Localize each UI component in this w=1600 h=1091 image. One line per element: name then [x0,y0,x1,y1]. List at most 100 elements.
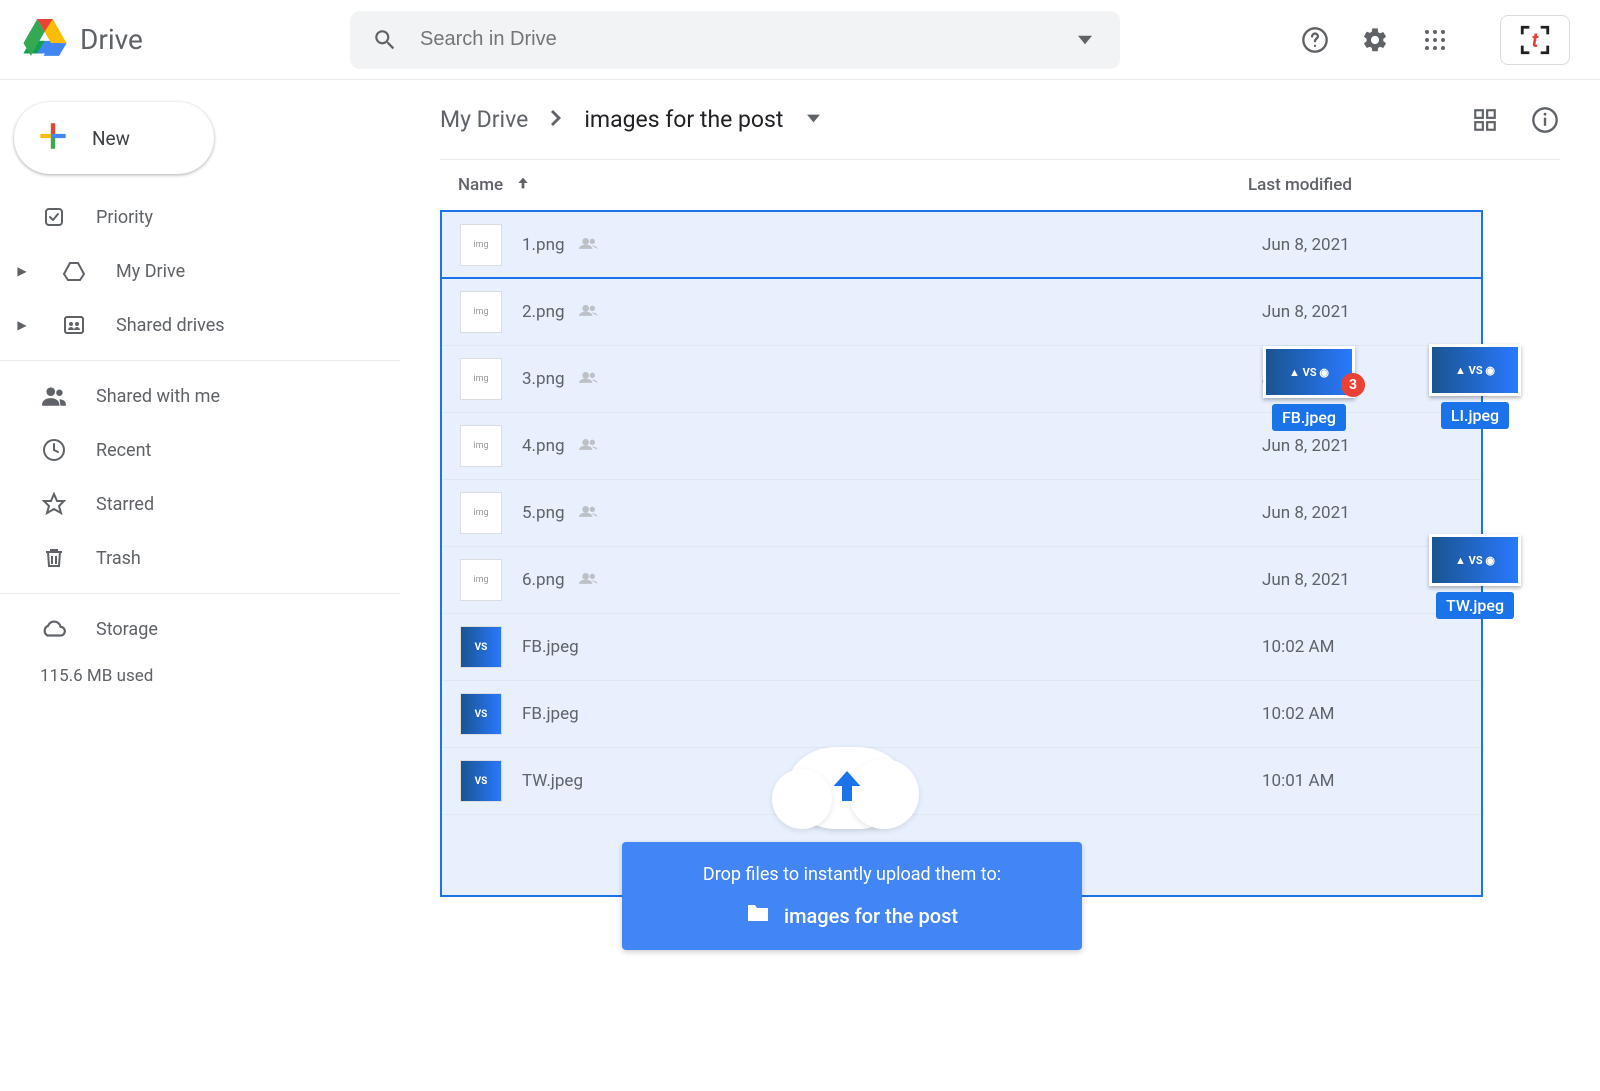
search-bar[interactable] [350,11,1120,69]
drag-ghost: ▲ VS ◉ FB.jpeg 3 [1263,346,1355,431]
column-headers: Name Last modified [440,160,1560,210]
file-thumbnail: img [460,559,502,601]
drive-logo-icon [20,13,70,67]
sidebar-item-trash[interactable]: Trash [0,531,400,585]
extension-badge[interactable]: t [1500,15,1570,65]
upload-prompt: Drop files to instantly upload them to: [652,864,1052,885]
sidebar-item-mydrive[interactable]: ▶ My Drive [0,244,400,298]
search-input[interactable] [420,28,1050,51]
nav-list: Priority ▶ My Drive ▶ Shared drives [0,190,400,352]
sidebar-item-shareddrives[interactable]: ▶ Shared drives [0,298,400,352]
clock-icon [40,438,68,462]
file-name-label: FB.jpeg [522,704,579,724]
col-header-name[interactable]: Name [458,175,1248,196]
file-thumbnail: img [460,425,502,467]
new-button-label: New [92,127,130,150]
drag-file-label: TW.jpeg [1436,592,1514,619]
drag-thumb: ▲ VS ◉ [1429,534,1521,586]
file-date: Jun 8, 2021 [1262,302,1481,322]
shared-icon [579,369,599,389]
breadcrumb-current[interactable]: images for the post [584,106,783,133]
shared-icon [579,302,599,322]
sidebar-item-starred[interactable]: Starred [0,477,400,531]
plus-icon [34,117,72,160]
grid-view-icon[interactable] [1470,105,1500,135]
upload-cloud-icon [787,747,907,829]
file-row[interactable]: img 2.png Jun 8, 2021 [442,279,1481,346]
file-thumbnail: img [460,291,502,333]
trash-icon [40,546,68,570]
nav-divider [0,593,400,594]
file-date: Jun 8, 2021 [1262,436,1481,456]
app-name: Drive [80,23,143,56]
file-row[interactable]: img 1.png Jun 8, 2021 [442,212,1481,279]
file-row[interactable]: img 5.png Jun 8, 2021 [442,480,1481,547]
file-name-label: 5.png [522,503,565,523]
breadcrumb-root[interactable]: My Drive [440,106,528,133]
sidebar-item-label: My Drive [116,261,185,282]
settings-gear-icon[interactable] [1360,25,1390,55]
search-icon[interactable] [370,25,400,55]
file-name-label: 1.png [522,235,565,255]
header-actions: t [1300,15,1580,65]
sidebar-item-label: Priority [96,207,153,228]
upload-target-folder: images for the post [784,904,958,928]
shared-icon [579,436,599,456]
file-row[interactable]: VS FB.jpeg 10:02 AM [442,614,1481,681]
drag-ghost: ▲ VS ◉ LI.jpeg [1429,344,1521,429]
storage-used-label: 115.6 MB used [0,656,400,686]
file-thumbnail: img [460,492,502,534]
upload-banner: Drop files to instantly upload them to: … [622,842,1082,950]
new-button[interactable]: New [14,102,214,174]
sidebar: New Priority ▶ My Drive ▶ Shared drives [0,80,400,1091]
logo-section[interactable]: Drive [20,13,350,67]
file-date: Jun 8, 2021 [1262,503,1481,523]
sidebar-item-priority[interactable]: Priority [0,190,400,244]
file-date: 10:02 AM [1262,704,1481,724]
folder-dropdown-icon[interactable] [807,112,820,127]
shareddrives-icon [60,313,88,337]
mydrive-icon [60,259,88,283]
file-row[interactable]: VS TW.jpeg 10:01 AM [442,748,1481,815]
priority-icon [40,205,68,229]
file-name-label: FB.jpeg [522,637,579,657]
shared-icon [579,503,599,523]
folder-icon [746,903,770,928]
drag-file-label: FB.jpeg [1272,404,1346,431]
expand-icon[interactable]: ▶ [12,264,32,278]
cloud-icon [40,616,68,642]
app-header: Drive t [0,0,1600,80]
view-tools [1470,105,1560,135]
sidebar-item-label: Starred [96,494,154,515]
info-icon[interactable] [1530,105,1560,135]
sidebar-item-recent[interactable]: Recent [0,423,400,477]
apps-grid-icon[interactable] [1420,25,1450,55]
file-row[interactable]: VS FB.jpeg 10:02 AM [442,681,1481,748]
sidebar-item-label: Shared drives [116,315,225,336]
file-thumbnail: VS [460,626,502,668]
chevron-right-icon [548,110,564,130]
drag-file-label: LI.jpeg [1441,402,1509,429]
file-name-label: 6.png [522,570,565,590]
expand-icon[interactable]: ▶ [12,318,32,332]
nav-divider [0,360,400,361]
drag-count-badge: 3 [1341,373,1365,397]
sidebar-item-storage[interactable]: Storage [0,602,400,656]
svg-text:t: t [1532,29,1539,52]
sidebar-item-sharedwithme[interactable]: Shared with me [0,369,400,423]
shared-icon [579,570,599,590]
sidebar-item-label: Trash [96,548,141,569]
search-options-icon[interactable] [1070,25,1100,55]
drag-ghost: ▲ VS ◉ TW.jpeg [1429,534,1521,619]
file-date: 10:02 AM [1262,637,1481,657]
col-header-modified[interactable]: Last modified [1248,175,1560,195]
main-content: My Drive images for the post Name Last m… [400,80,1600,1091]
star-icon [40,492,68,516]
help-icon[interactable] [1300,25,1330,55]
file-list-dropzone[interactable]: img 1.png Jun 8, 2021 img 2.png Jun 8, 2… [440,210,1483,897]
drag-thumb: ▲ VS ◉ [1429,344,1521,396]
file-name-label: 3.png [522,369,565,389]
people-icon [40,383,68,409]
file-row[interactable]: img 6.png Jun 8, 2021 [442,547,1481,614]
file-name-label: 2.png [522,302,565,322]
